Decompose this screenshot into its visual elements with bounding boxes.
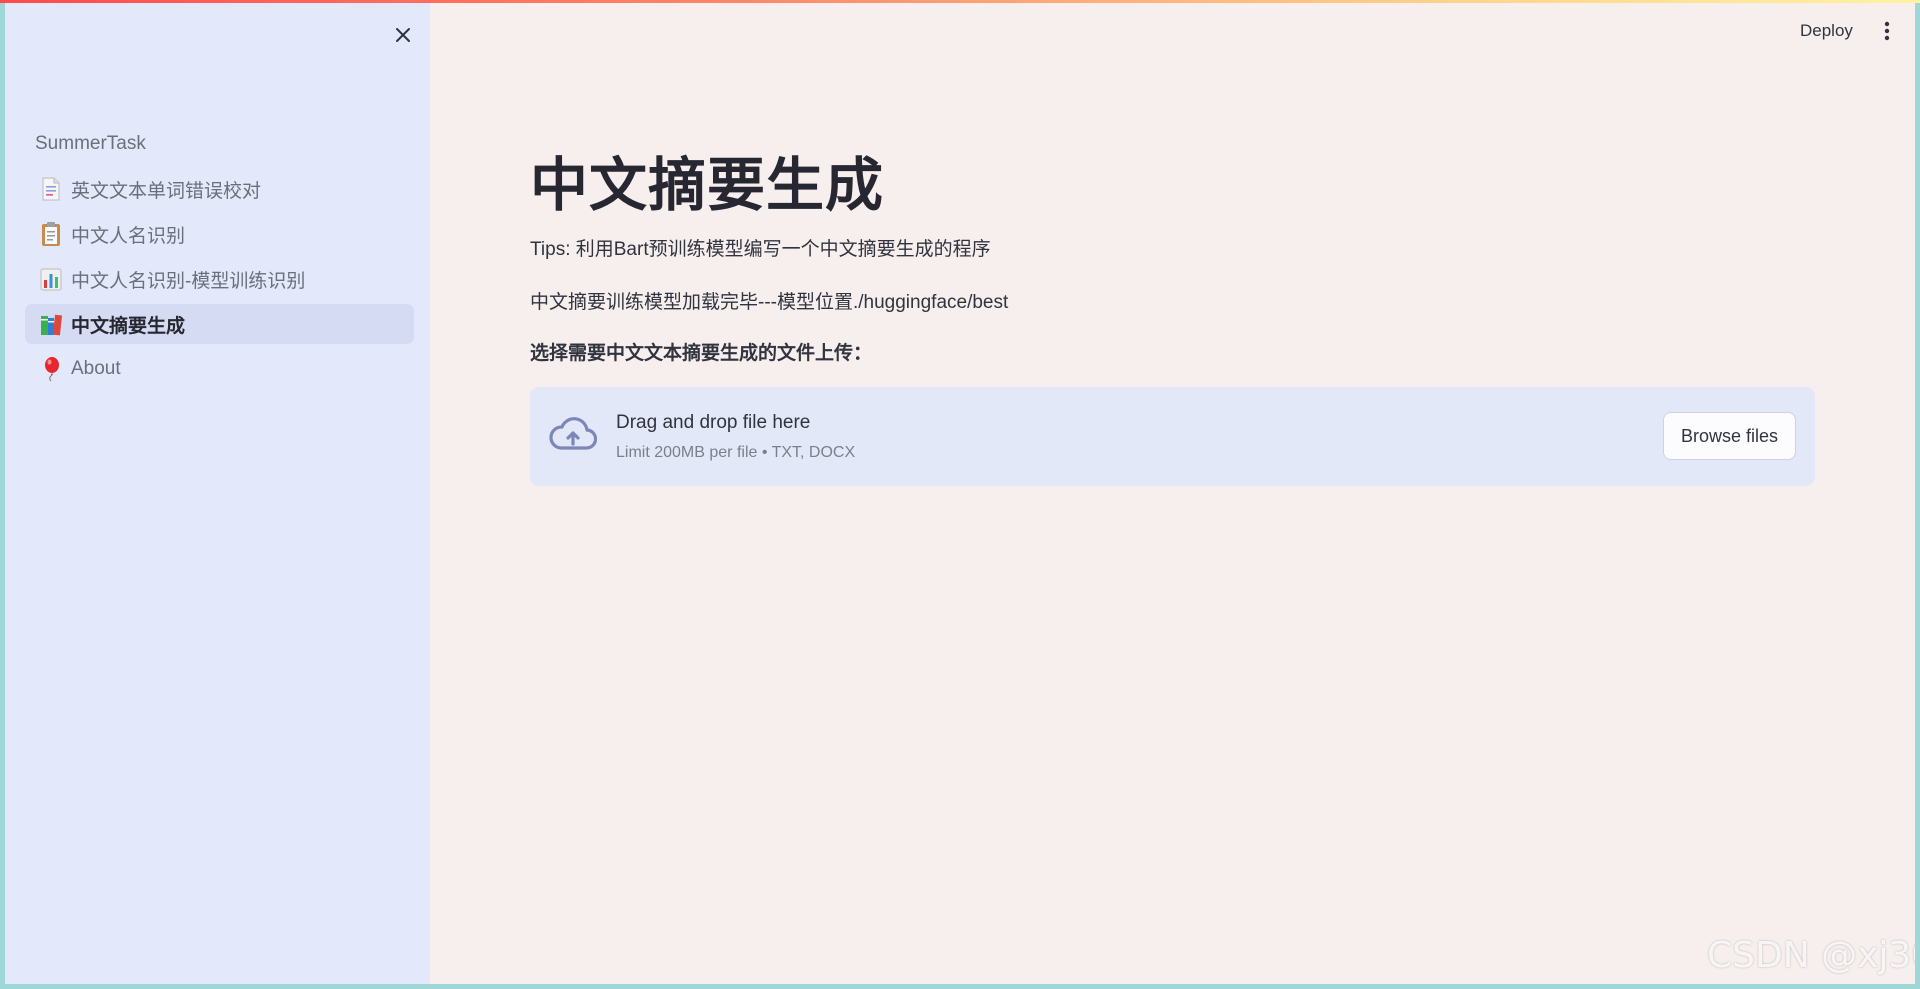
file-upload-label: 选择需要中文文本摘要生成的文件上传：: [530, 343, 873, 364]
sidebar-item-label: About: [71, 358, 121, 379]
sidebar-item-spell-check[interactable]: 英文文本单词错误校对: [25, 169, 414, 209]
file-dropzone[interactable]: Drag and drop file here Limit 200MB per …: [530, 387, 1815, 486]
sidebar-item-label: 中文摘要生成: [71, 315, 186, 337]
close-icon: [396, 28, 410, 42]
sidebar-item-summary-generation[interactable]: 中文摘要生成: [25, 304, 414, 344]
sidebar-item-about[interactable]: About: [25, 349, 414, 389]
model-loaded-message: 中文摘要训练模型加载完毕---模型位置./huggingface/best: [530, 292, 1009, 313]
sidebar-heading: SummerTask: [35, 133, 146, 154]
balloon-icon: [45, 357, 59, 382]
top-decoration-bar: [0, 0, 1920, 3]
sidebar-item-name-recognition[interactable]: 中文人名识别: [25, 214, 414, 254]
sidebar-item-label: 中文人名识别: [71, 225, 186, 247]
deploy-button[interactable]: Deploy: [1790, 16, 1863, 46]
sidebar-nav: 英文文本单词错误校对 中文人名识别 中文人名识别-模型训练识别 中文摘要生成 A…: [25, 169, 414, 394]
sidebar-item-label: 中文人名识别-模型训练识别: [71, 270, 306, 292]
window-frame-bottom: [0, 984, 1920, 989]
sidebar: SummerTask 英文文本单词错误校对 中文人名识别 中文人名识别-模型训练…: [5, 0, 430, 984]
vertical-dots-icon: [1884, 21, 1890, 41]
clipboard-icon: [42, 222, 60, 246]
sidebar-item-label: 英文文本单词错误校对: [71, 180, 262, 202]
browse-files-button[interactable]: Browse files: [1663, 412, 1796, 460]
dropzone-limit-text: Limit 200MB per file • TXT, DOCX: [616, 444, 856, 461]
dropzone-title: Drag and drop file here: [616, 412, 811, 433]
sidebar-close-button[interactable]: [386, 18, 420, 52]
tips-text: Tips: 利用Bart预训练模型编写一个中文摘要生成的程序: [530, 239, 991, 260]
csdn-watermark: CSDN @xj30: [1707, 935, 1920, 976]
main-menu-button[interactable]: [1876, 16, 1898, 46]
bar-chart-icon: [40, 268, 62, 291]
sidebar-item-model-training[interactable]: 中文人名识别-模型训练识别: [25, 259, 414, 299]
window-frame-left: [0, 0, 5, 989]
page-title: 中文摘要生成: [530, 153, 885, 218]
books-icon: [41, 314, 63, 336]
page-facing-up-icon: [42, 177, 60, 201]
window-frame-right: [1915, 0, 1920, 989]
cloud-upload-icon: [549, 417, 597, 450]
